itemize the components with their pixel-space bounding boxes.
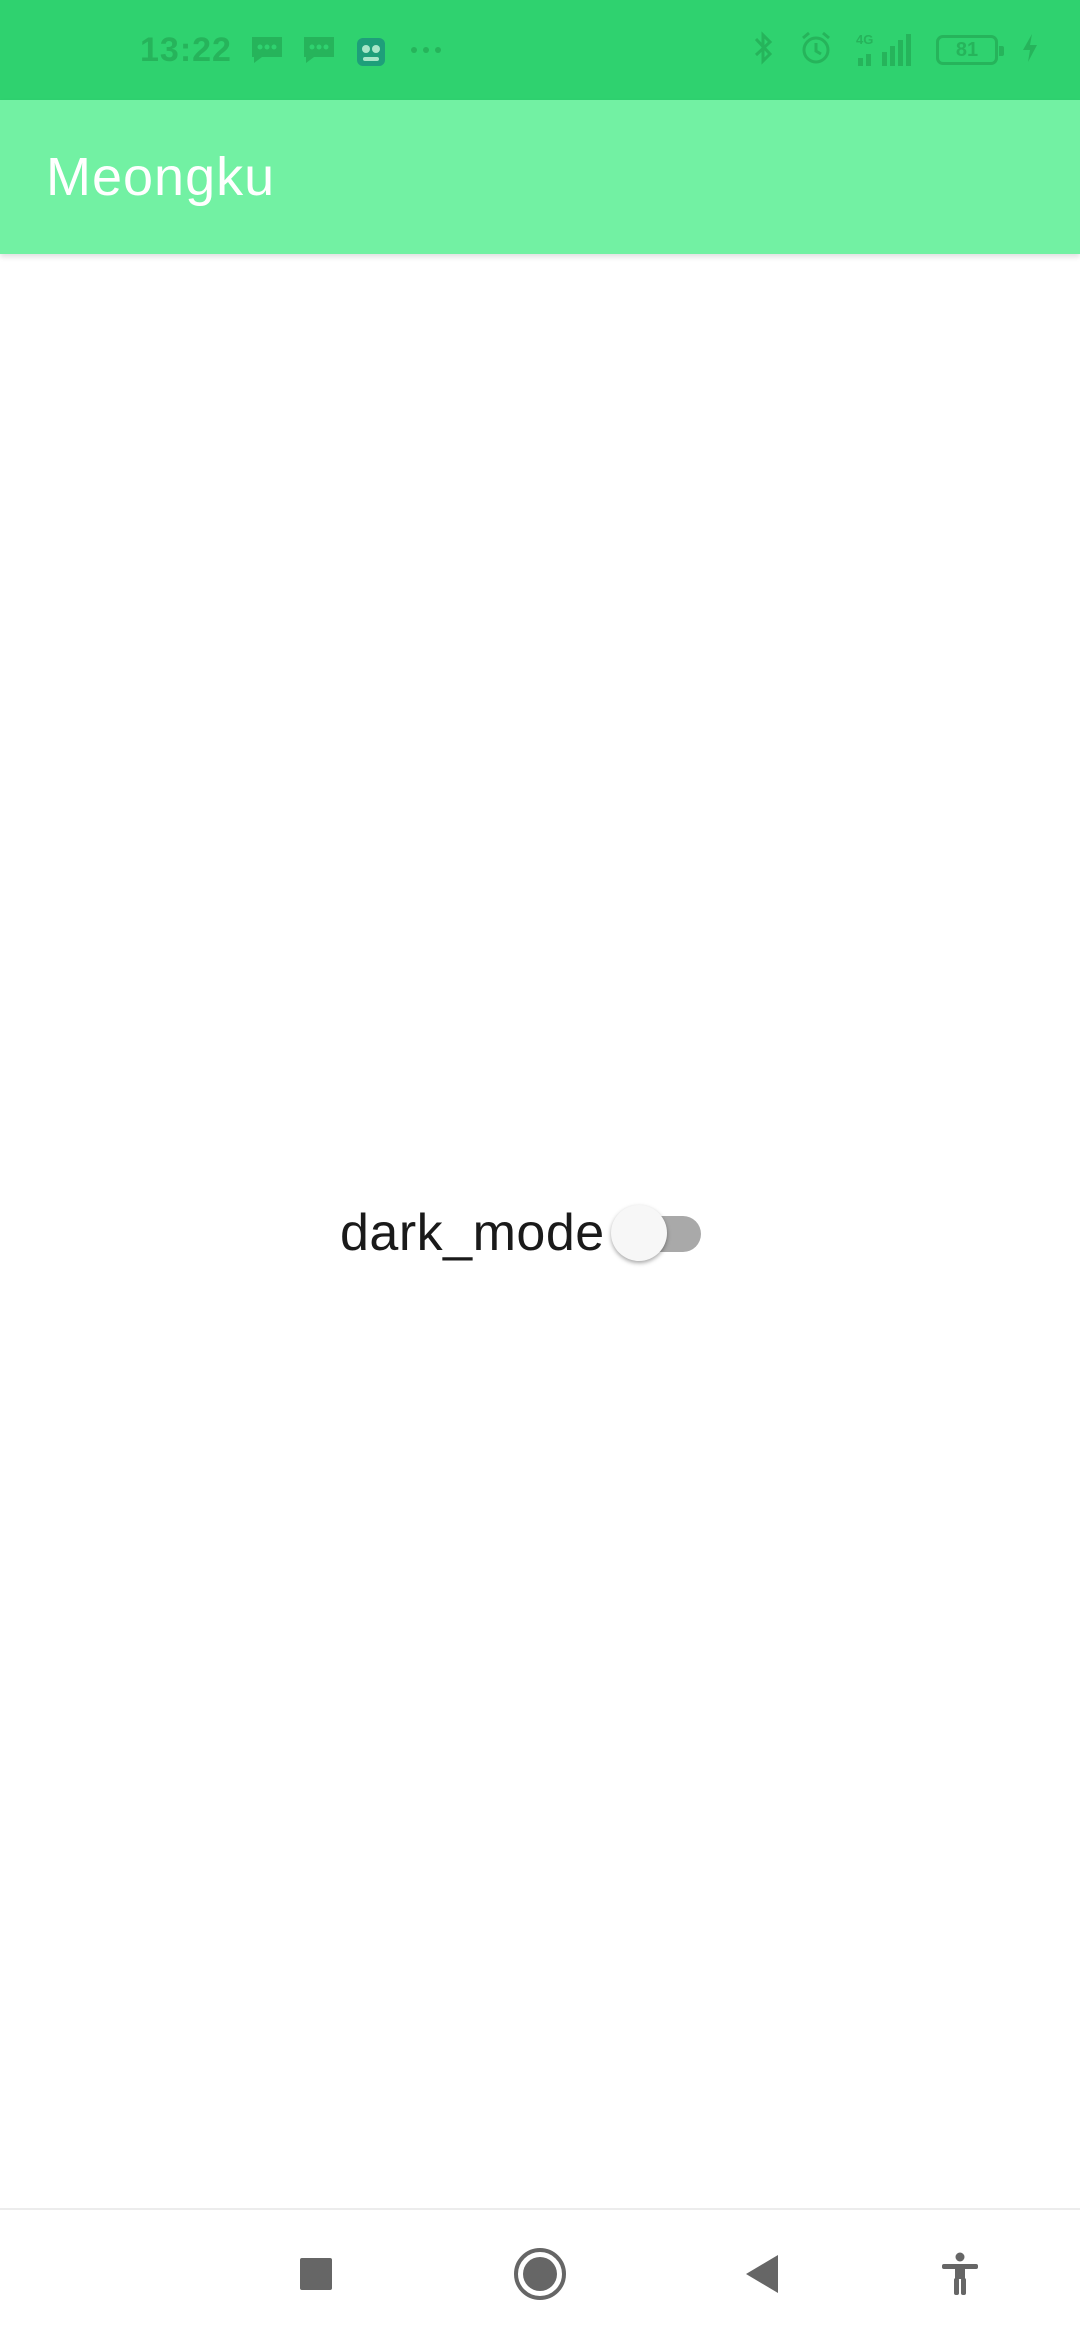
- dark-mode-label: dark_mode: [340, 1204, 605, 1262]
- recents-button[interactable]: [266, 2210, 366, 2342]
- status-bar: 13:22 4G 81: [0, 0, 1080, 100]
- bluetooth-icon: [752, 30, 776, 71]
- home-circle-icon: [513, 2247, 567, 2306]
- more-dots-icon: [406, 35, 441, 65]
- message-icon: [302, 35, 336, 65]
- switch-thumb: [610, 1205, 667, 1261]
- game-app-icon: [354, 35, 388, 66]
- charging-icon: [1020, 32, 1040, 69]
- message-icon: [250, 35, 284, 65]
- alarm-icon: [798, 30, 834, 71]
- back-button[interactable]: [712, 2210, 812, 2342]
- recents-square-icon: [298, 2256, 334, 2297]
- status-bar-right: 4G 81: [752, 0, 1040, 100]
- home-button[interactable]: [490, 2210, 590, 2342]
- dark-mode-row: dark_mode: [340, 1200, 707, 1266]
- back-triangle-icon: [742, 2253, 782, 2300]
- navigation-bar: [0, 2208, 1080, 2340]
- app-bar: Meongku: [0, 100, 1080, 254]
- app-title: Meongku: [46, 147, 276, 207]
- battery-icon: 81: [936, 35, 1004, 65]
- accessibility-icon: [940, 2252, 980, 2301]
- dark-mode-switch[interactable]: [610, 1200, 707, 1266]
- signal-icon: 4G: [856, 32, 914, 68]
- status-time: 13:22: [140, 30, 232, 69]
- accessibility-button[interactable]: [910, 2210, 1010, 2342]
- status-bar-left: 13:22: [140, 0, 441, 100]
- battery-level: 81: [955, 38, 979, 61]
